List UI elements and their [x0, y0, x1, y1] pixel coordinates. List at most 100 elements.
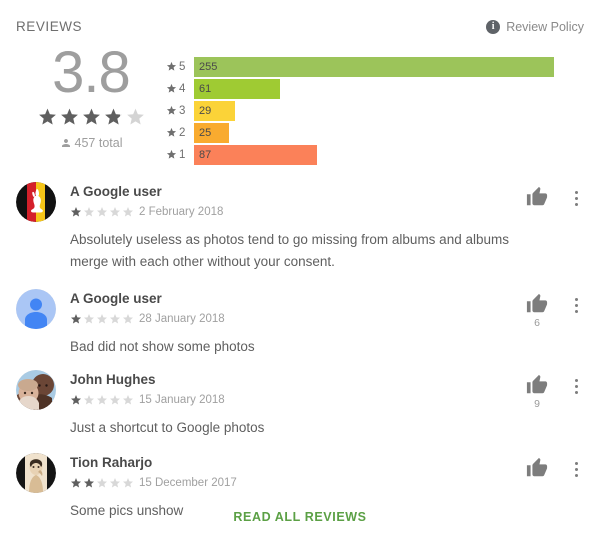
star-icon	[166, 61, 177, 72]
thumbs-up-button[interactable]	[524, 457, 550, 493]
score-column: 3.8 457 total	[16, 44, 166, 150]
histogram-label-2: 2	[166, 127, 194, 139]
person-icon	[61, 139, 70, 147]
review-star-3-icon	[96, 206, 108, 218]
histogram-label-1: 1	[166, 149, 194, 161]
histogram-bar-value: 29	[199, 104, 212, 117]
info-icon: i	[486, 20, 501, 34]
review-meta: John Hughes 15 January 2018	[70, 370, 584, 408]
review-star-1-icon	[70, 477, 82, 489]
star-icon	[166, 83, 177, 94]
thumbs-up-icon	[526, 374, 548, 394]
review-star-4-icon	[109, 206, 121, 218]
review-star-5-icon	[122, 394, 134, 406]
reviews-list: A Google user 2 February 2018 Absolutely u…	[0, 182, 600, 536]
avatar-image	[16, 289, 56, 329]
thumbs-up-icon	[526, 293, 548, 313]
histogram-row-4-star: 4 61	[166, 78, 586, 99]
histogram-bar-1-star: 87	[194, 144, 317, 165]
review-star-4-icon	[109, 394, 121, 406]
review-policy-link[interactable]: i Review Policy	[486, 20, 584, 34]
review-star-5-icon	[122, 477, 134, 489]
review-text: Just a shortcut to Google photos	[70, 420, 265, 435]
thumbs-up-button[interactable]: 9	[524, 374, 550, 410]
review-star-1-icon	[70, 313, 82, 325]
review-star-3-icon	[96, 477, 108, 489]
star-2-icon	[59, 107, 80, 127]
star-icon	[166, 149, 177, 160]
histogram-bar-value: 61	[199, 82, 212, 95]
more-options-icon[interactable]	[568, 375, 584, 397]
review-item: John Hughes 15 January 2018 Just a shortcu…	[0, 370, 600, 439]
review-actions	[524, 186, 584, 222]
thumbs-up-icon	[526, 186, 548, 206]
review-actions: 6	[524, 293, 584, 329]
thumbs-up-button[interactable]: 6	[524, 293, 550, 329]
histogram-bar-value: 25	[199, 126, 212, 139]
review-star-2-icon	[83, 394, 95, 406]
review-header: Tion Raharjo 15 December 2017	[16, 453, 584, 493]
star-5-icon	[125, 107, 146, 127]
review-star-2-icon	[83, 313, 95, 325]
avatar	[16, 289, 56, 329]
histogram-bar-3-star: 29	[194, 100, 235, 121]
rating-histogram: 5 255 4 61 3 29 2 25 1 87	[166, 56, 586, 166]
thumbs-up-button[interactable]	[524, 186, 550, 222]
histogram-label-5: 5	[166, 61, 194, 73]
review-star-2-icon	[83, 206, 95, 218]
review-item: A Google user 28 January 2018 Bad did not …	[0, 289, 600, 358]
more-options-icon[interactable]	[568, 187, 584, 209]
review-star-5-icon	[122, 206, 134, 218]
more-options-icon[interactable]	[568, 294, 584, 316]
review-actions	[524, 457, 584, 493]
total-ratings: 457 total	[16, 136, 166, 150]
review-star-rating	[70, 394, 134, 406]
review-header: A Google user 28 January 2018	[16, 289, 584, 329]
histogram-row-3-star: 3 29	[166, 100, 586, 121]
review-star-rating	[70, 477, 134, 489]
thumbs-up-icon	[526, 457, 548, 477]
thumbs-up-count: 9	[534, 398, 540, 410]
review-rating-line: 15 January 2018	[70, 392, 584, 408]
avatar-image	[16, 182, 56, 222]
histogram-row-2-star: 2 25	[166, 122, 586, 143]
total-ratings-label: 457 total	[74, 136, 123, 150]
average-score: 3.8	[52, 40, 131, 105]
review-star-2-icon	[83, 477, 95, 489]
review-date: 15 January 2018	[139, 394, 225, 406]
review-text: Bad did not show some photos	[70, 339, 255, 354]
read-all-reviews-label: READ ALL REVIEWS	[233, 510, 367, 524]
histogram-star-number: 5	[179, 60, 186, 73]
review-star-3-icon	[96, 394, 108, 406]
review-meta: Tion Raharjo 15 December 2017	[70, 453, 584, 491]
histogram-bar-value: 87	[199, 148, 212, 161]
avatar-image	[16, 453, 56, 493]
histogram-bar-value: 255	[199, 60, 218, 73]
more-options-icon[interactable]	[568, 458, 584, 480]
histogram-bar-4-star: 61	[194, 78, 280, 99]
review-rating-line: 2 February 2018	[70, 204, 584, 220]
histogram-bar-2-star: 25	[194, 122, 229, 143]
review-star-1-icon	[70, 206, 82, 218]
star-1-icon	[37, 107, 58, 127]
review-rating-line: 28 January 2018	[70, 311, 584, 327]
review-actions: 9	[524, 374, 584, 410]
review-author: Tion Raharjo	[70, 455, 153, 470]
avatar-image	[16, 370, 56, 410]
review-policy-label: Review Policy	[506, 20, 584, 34]
review-date: 2 February 2018	[139, 206, 224, 218]
review-star-4-icon	[109, 313, 121, 325]
star-icon	[166, 127, 177, 138]
read-all-reviews[interactable]: READ ALL REVIEWS	[0, 508, 600, 526]
histogram-label-3: 3	[166, 105, 194, 117]
star-3-icon	[81, 107, 102, 127]
histogram-bar-5-star: 255	[194, 56, 554, 77]
review-star-4-icon	[109, 477, 121, 489]
review-date: 28 January 2018	[139, 313, 225, 325]
review-item: A Google user 2 February 2018 Absolutely u…	[0, 182, 600, 273]
review-header: John Hughes 15 January 2018	[16, 370, 584, 410]
ratings-summary: 3.8 457 total 5 255 4 61 3 29 2 25 1 87	[0, 44, 600, 170]
avatar	[16, 182, 56, 222]
histogram-star-number: 3	[179, 104, 186, 117]
review-rating-line: 15 December 2017	[70, 475, 584, 491]
